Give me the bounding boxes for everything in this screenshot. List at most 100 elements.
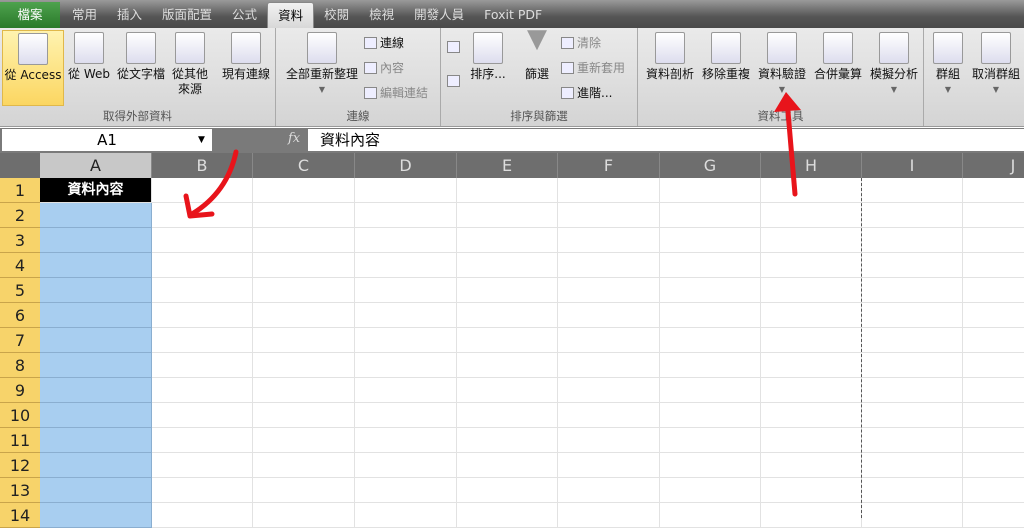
cell-E3[interactable] [457, 228, 558, 253]
cell-D10[interactable] [355, 403, 457, 428]
cell-G9[interactable] [660, 378, 761, 403]
cell-F2[interactable] [558, 203, 660, 228]
cell-F14[interactable] [558, 503, 660, 528]
formula-input[interactable]: 資料內容 [308, 129, 1024, 151]
cell-A3[interactable] [40, 228, 152, 253]
row-header-4[interactable]: 4 [0, 253, 40, 278]
cell-E1[interactable] [457, 178, 558, 203]
cell-I4[interactable] [862, 253, 963, 278]
row-header-13[interactable]: 13 [0, 478, 40, 503]
tab-8[interactable]: 開發人員 [404, 2, 474, 28]
cell-A14[interactable] [40, 503, 152, 528]
row-header-5[interactable]: 5 [0, 278, 40, 303]
tab-2[interactable]: 插入 [107, 2, 152, 28]
cell-B1[interactable] [152, 178, 253, 203]
refresh-all-button[interactable]: 全部重新整理 ▼ [280, 30, 364, 97]
cell-F1[interactable] [558, 178, 660, 203]
tab-7[interactable]: 檢視 [359, 2, 404, 28]
cell-A6[interactable] [40, 303, 152, 328]
cell-G14[interactable] [660, 503, 761, 528]
name-box[interactable]: A1 [2, 129, 212, 151]
row-header-6[interactable]: 6 [0, 303, 40, 328]
cell-G2[interactable] [660, 203, 761, 228]
cell-B3[interactable] [152, 228, 253, 253]
cell-D5[interactable] [355, 278, 457, 303]
cell-H8[interactable] [761, 353, 862, 378]
cell-G11[interactable] [660, 428, 761, 453]
cell-G12[interactable] [660, 453, 761, 478]
cell-I5[interactable] [862, 278, 963, 303]
cell-F5[interactable] [558, 278, 660, 303]
cell-E13[interactable] [457, 478, 558, 503]
cell-D11[interactable] [355, 428, 457, 453]
cell-I8[interactable] [862, 353, 963, 378]
cell-A1[interactable]: 資料內容 [40, 178, 152, 203]
column-header-F[interactable]: F [558, 153, 660, 178]
cell-D9[interactable] [355, 378, 457, 403]
cell-G4[interactable] [660, 253, 761, 278]
column-header-E[interactable]: E [457, 153, 558, 178]
cell-A8[interactable] [40, 353, 152, 378]
sort-button[interactable]: 排序... [467, 30, 509, 82]
cell-F7[interactable] [558, 328, 660, 353]
cell-C6[interactable] [253, 303, 355, 328]
cell-D1[interactable] [355, 178, 457, 203]
row-header-8[interactable]: 8 [0, 353, 40, 378]
from-other-sources-button[interactable]: 從其他 來源 [168, 30, 212, 97]
cell-J12[interactable] [963, 453, 1024, 478]
cell-G1[interactable] [660, 178, 761, 203]
column-header-A[interactable]: A [40, 153, 152, 178]
cell-H11[interactable] [761, 428, 862, 453]
consolidate-button[interactable]: 合併彙算 [810, 30, 866, 82]
column-header-C[interactable]: C [253, 153, 355, 178]
connections-button[interactable]: 連線 [364, 34, 404, 51]
cell-F10[interactable] [558, 403, 660, 428]
cell-B14[interactable] [152, 503, 253, 528]
cell-I9[interactable] [862, 378, 963, 403]
cell-C13[interactable] [253, 478, 355, 503]
group-button[interactable]: 群組 ▼ [928, 30, 968, 97]
cell-G7[interactable] [660, 328, 761, 353]
select-all-button[interactable] [0, 153, 40, 178]
cell-E12[interactable] [457, 453, 558, 478]
cell-J1[interactable] [963, 178, 1024, 203]
cell-F11[interactable] [558, 428, 660, 453]
cell-I12[interactable] [862, 453, 963, 478]
cell-H12[interactable] [761, 453, 862, 478]
cell-E10[interactable] [457, 403, 558, 428]
cell-J13[interactable] [963, 478, 1024, 503]
tab-1[interactable]: 常用 [62, 2, 107, 28]
cell-E4[interactable] [457, 253, 558, 278]
cell-C9[interactable] [253, 378, 355, 403]
cell-H3[interactable] [761, 228, 862, 253]
cell-H13[interactable] [761, 478, 862, 503]
row-header-3[interactable]: 3 [0, 228, 40, 253]
cell-F8[interactable] [558, 353, 660, 378]
column-header-D[interactable]: D [355, 153, 457, 178]
cell-B4[interactable] [152, 253, 253, 278]
row-header-11[interactable]: 11 [0, 428, 40, 453]
cell-E8[interactable] [457, 353, 558, 378]
cell-J4[interactable] [963, 253, 1024, 278]
tab-5[interactable]: 資料 [267, 2, 315, 28]
cell-J7[interactable] [963, 328, 1024, 353]
cell-C8[interactable] [253, 353, 355, 378]
cell-B10[interactable] [152, 403, 253, 428]
text-to-columns-button[interactable]: 資料剖析 [642, 30, 698, 82]
from-web-button[interactable]: 從 Web [64, 30, 114, 82]
cell-C12[interactable] [253, 453, 355, 478]
cell-I2[interactable] [862, 203, 963, 228]
from-access-button[interactable]: 從 Access [2, 30, 64, 106]
cell-B8[interactable] [152, 353, 253, 378]
column-header-I[interactable]: I [862, 153, 963, 178]
cell-A9[interactable] [40, 378, 152, 403]
row-header-12[interactable]: 12 [0, 453, 40, 478]
cell-J9[interactable] [963, 378, 1024, 403]
cell-I7[interactable] [862, 328, 963, 353]
cell-H2[interactable] [761, 203, 862, 228]
cell-I14[interactable] [862, 503, 963, 528]
cell-H9[interactable] [761, 378, 862, 403]
cell-B6[interactable] [152, 303, 253, 328]
cell-B12[interactable] [152, 453, 253, 478]
cell-J11[interactable] [963, 428, 1024, 453]
